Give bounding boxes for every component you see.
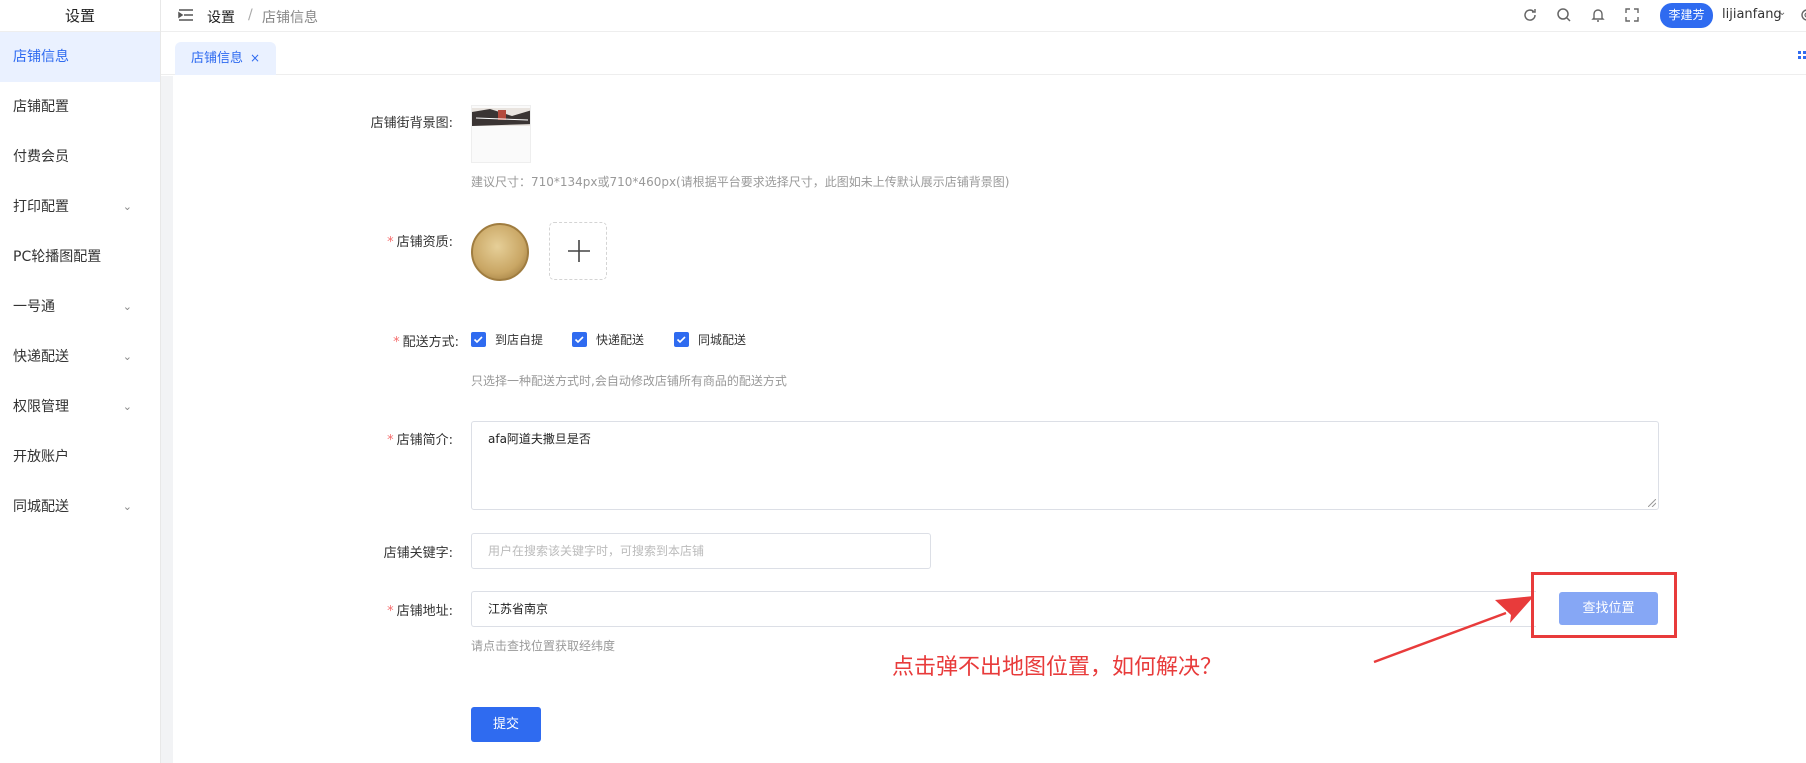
submit-button[interactable]: 提交 — [471, 707, 541, 742]
breadcrumb-current: 店铺信息 — [262, 10, 318, 26]
chevron-down-icon: ⌄ — [122, 400, 132, 413]
qualification-label-text: 店铺资质: — [396, 235, 453, 250]
avatar[interactable]: 李建芳 — [1660, 3, 1713, 28]
tab-bar: 店铺信息 × — [161, 40, 1806, 75]
chevron-down-icon[interactable]: ⌄ — [1778, 7, 1786, 18]
grid-icon[interactable] — [1798, 50, 1806, 62]
required-mark: * — [387, 235, 394, 250]
sidebar-item-local-delivery[interactable]: 同城配送 ⌄ — [0, 482, 160, 532]
chevron-down-icon: ⌄ — [122, 300, 132, 313]
chevron-down-icon: ⌄ — [122, 500, 132, 513]
top-header: 设置 / 店铺信息 李建芳 lijianfang ⌄ — [161, 0, 1806, 32]
qualification-image[interactable] — [471, 223, 529, 281]
sidebar-item-label: 开放账户 — [13, 449, 69, 465]
required-mark: * — [387, 433, 394, 448]
keyword-input[interactable]: 用户在搜索该关键字时，可搜索到本店铺 — [471, 533, 931, 569]
store-intro-textarea[interactable]: afa阿道夫撒旦是否 — [471, 421, 1659, 510]
check-icon[interactable] — [471, 332, 486, 347]
store-intro-value: afa阿道夫撒旦是否 — [488, 432, 591, 446]
chevron-down-icon: ⌄ — [122, 200, 132, 213]
sidebar-item-store-info[interactable]: 店铺信息 — [0, 32, 160, 82]
tab-store-info[interactable]: 店铺信息 × — [175, 42, 276, 75]
sidebar-item-pc-carousel[interactable]: PC轮播图配置 — [0, 232, 160, 282]
bg-image-label: 店铺街背景图: — [370, 116, 453, 131]
refresh-icon[interactable] — [1522, 7, 1538, 23]
address-label-text: 店铺地址: — [396, 604, 453, 619]
sidebar-item-label: 同城配送 — [13, 499, 69, 515]
sidebar-item-label: 付费会员 — [13, 149, 69, 165]
intro-label-text: 店铺简介: — [396, 433, 453, 448]
sidebar-item-label: 打印配置 — [13, 199, 69, 215]
sidebar-item-store-config[interactable]: 店铺配置 — [0, 82, 160, 132]
breadcrumb-separator: / — [248, 7, 253, 23]
tab-label: 店铺信息 — [191, 51, 244, 66]
chevron-down-icon: ⌄ — [122, 350, 132, 363]
find-location-button[interactable]: 查找位置 — [1559, 592, 1658, 625]
sidebar-item-label: 快递配送 — [13, 349, 69, 365]
check-icon[interactable] — [674, 332, 689, 347]
sidebar-item-label: PC轮播图配置 — [13, 249, 102, 265]
sidebar-item-permission[interactable]: 权限管理 ⌄ — [0, 382, 160, 432]
sidebar-item-open-account[interactable]: 开放账户 — [0, 432, 160, 482]
sidebar-title: 设置 — [0, 0, 160, 32]
sidebar-item-label: 店铺配置 — [13, 99, 69, 115]
address-label: * 店铺地址: — [333, 600, 453, 619]
sidebar-item-express[interactable]: 快递配送 ⌄ — [0, 332, 160, 382]
upload-qualification-button[interactable] — [549, 222, 607, 280]
address-hint: 请点击查找位置获取经纬度 — [471, 639, 616, 653]
required-mark: * — [387, 604, 394, 619]
qualification-label: * 店铺资质: — [333, 231, 453, 250]
keyword-label: 店铺关键字: — [383, 546, 453, 561]
check-icon[interactable] — [572, 332, 587, 347]
checkbox-label: 到店自提 — [495, 333, 544, 347]
annotation-text: 点击弹不出地图位置，如何解决？ — [892, 655, 1223, 680]
checkbox-label: 快递配送 — [596, 333, 645, 347]
sidebar-item-print-config[interactable]: 打印配置 ⌄ — [0, 182, 160, 232]
fullscreen-icon[interactable] — [1624, 7, 1640, 23]
sidebar-item-yihaotong[interactable]: 一号通 ⌄ — [0, 282, 160, 332]
delivery-label: * 配送方式: — [339, 331, 459, 350]
sidebar: 设置 店铺信息 店铺配置 付费会员 打印配置 ⌄ PC轮播图配置 一号通 ⌄ 快递配… — [0, 0, 161, 763]
gear-icon[interactable] — [1798, 7, 1806, 23]
bg-image-hint: 建议尺寸：710*134px或710*460px(请根据平台要求选择尺寸，此图如… — [471, 175, 1010, 189]
search-icon[interactable] — [1556, 7, 1572, 23]
address-value: 江苏省南京 — [488, 602, 549, 616]
sidebar-item-label: 店铺信息 — [13, 49, 69, 65]
required-mark: * — [393, 335, 400, 350]
keyword-placeholder: 用户在搜索该关键字时，可搜索到本店铺 — [488, 544, 705, 558]
delivery-label-text: 配送方式: — [402, 335, 459, 350]
delivery-hint: 只选择一种配送方式时,会自动修改店铺所有商品的配送方式 — [471, 374, 787, 388]
breadcrumb-root[interactable]: 设置 — [207, 7, 235, 27]
resize-handle-icon[interactable] — [1648, 499, 1656, 507]
intro-label: * 店铺简介: — [333, 429, 453, 448]
close-icon[interactable]: × — [250, 42, 260, 75]
sidebar-item-label: 一号通 — [13, 299, 55, 315]
sidebar-item-paid-member[interactable]: 付费会员 — [0, 132, 160, 182]
content-gutter — [161, 76, 173, 763]
address-input[interactable]: 江苏省南京 — [471, 591, 1536, 627]
checkbox-label: 同城配送 — [698, 333, 747, 347]
username[interactable]: lijianfang — [1722, 7, 1782, 22]
store-background-image[interactable] — [471, 105, 531, 163]
sidebar-item-label: 权限管理 — [13, 399, 69, 415]
plus-icon — [568, 240, 590, 262]
bell-icon[interactable] — [1590, 7, 1606, 23]
menu-fold-icon[interactable] — [178, 7, 194, 23]
